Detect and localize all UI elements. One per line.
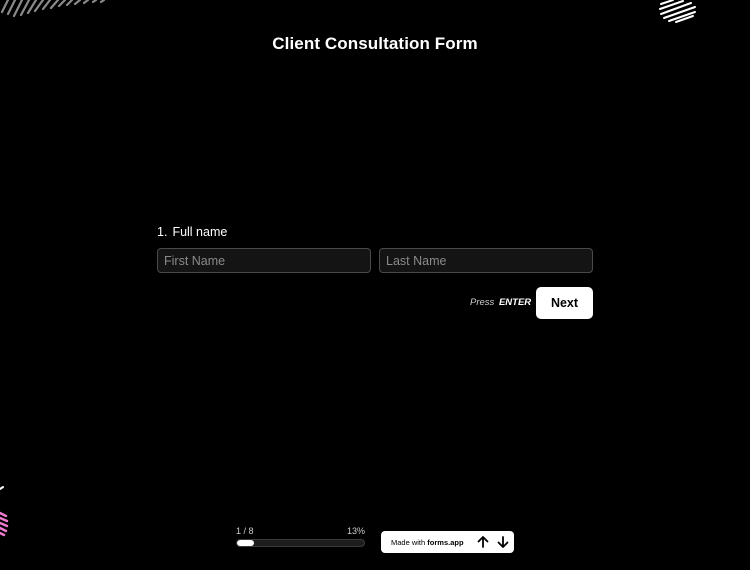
progress-bar-track: [236, 539, 365, 547]
arrow-down-icon[interactable]: [496, 535, 510, 549]
press-enter-hint: Press ENTER: [470, 297, 531, 308]
made-with-label: Made with: [391, 538, 426, 547]
question-label-row: 1. Full name: [157, 224, 593, 240]
forms-app-brand: forms.app: [427, 538, 464, 547]
progress-count: 1 / 8: [236, 526, 254, 536]
progress-text-row: 1 / 8 13%: [236, 526, 365, 538]
question-full-name: 1. Full name: [157, 224, 593, 273]
arrow-up-icon[interactable]: [476, 535, 490, 549]
progress-indicator: 1 / 8 13%: [236, 526, 365, 547]
first-name-input[interactable]: [157, 248, 371, 273]
press-enter-prefix: Press: [470, 297, 495, 308]
decorative-scribble-top-left: [0, 0, 106, 18]
question-label: Full name: [172, 225, 228, 239]
decorative-scribble-top-right: [659, 0, 696, 23]
name-input-row: [157, 248, 593, 273]
next-button[interactable]: Next: [536, 287, 593, 319]
progress-percent: 13%: [346, 526, 365, 536]
press-enter-key: ENTER: [498, 297, 532, 308]
decorative-scribble-bottom-left: [0, 486, 9, 537]
made-with-text[interactable]: Made with forms.app: [391, 538, 464, 547]
progress-bar-fill: [237, 540, 254, 546]
form-title: Client Consultation Form: [272, 34, 478, 53]
last-name-input[interactable]: [379, 248, 593, 273]
made-with-badge: Made with forms.app: [381, 531, 514, 553]
question-number: 1.: [157, 225, 168, 239]
